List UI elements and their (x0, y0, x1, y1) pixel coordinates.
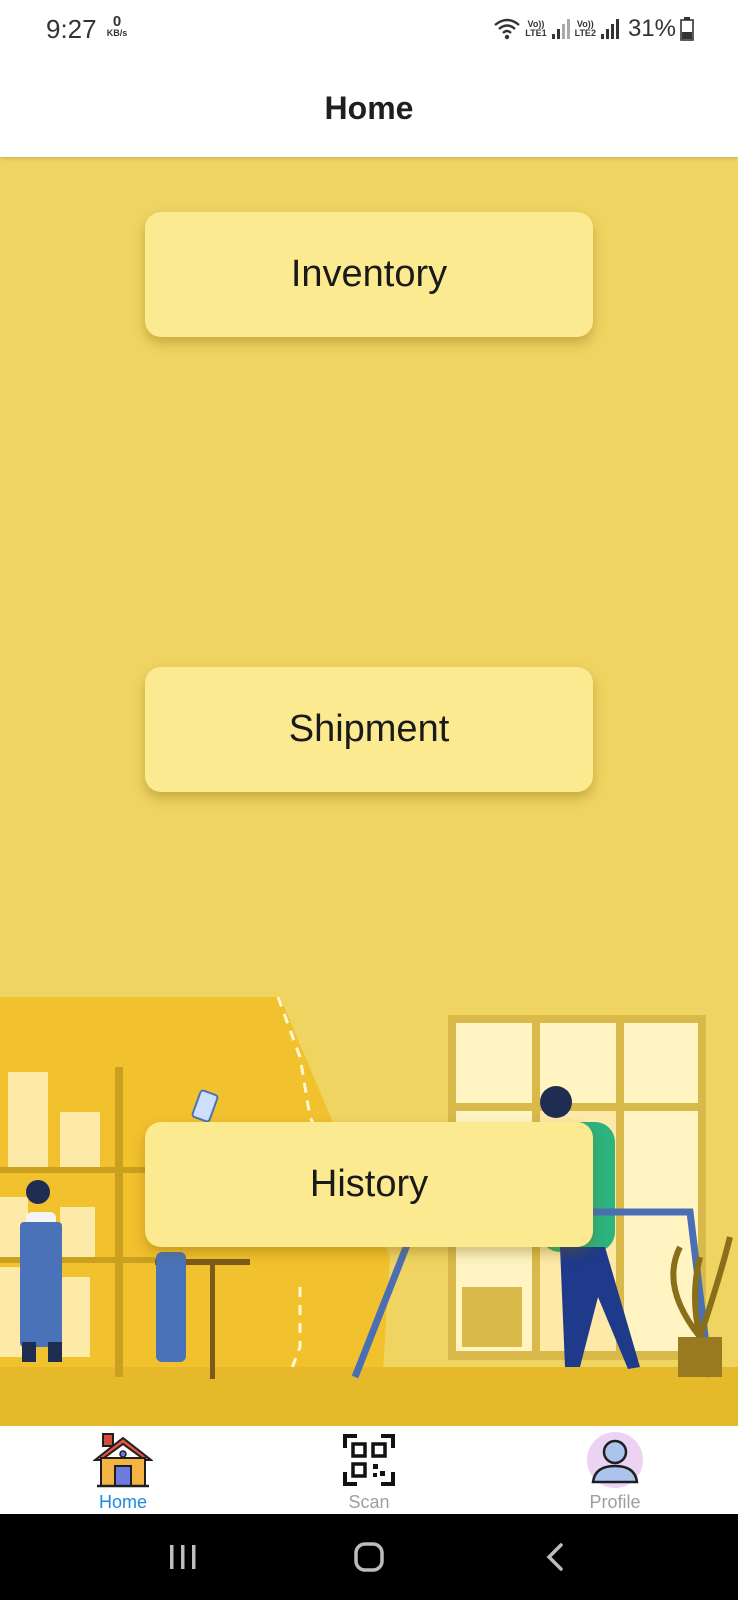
shipment-button[interactable]: Shipment (145, 667, 593, 792)
recent-apps-button[interactable] (153, 1527, 213, 1587)
network-speed-unit: KB/s (106, 28, 128, 38)
home-circle-icon (354, 1542, 384, 1572)
home-content: Inventory Shipment History (0, 157, 738, 1426)
page-title: Home (324, 90, 414, 126)
app-header: Home (0, 60, 738, 157)
nav-item-home[interactable]: Home (0, 1426, 246, 1514)
wifi-icon (494, 18, 521, 40)
signal-bars-sim1-icon (551, 19, 570, 39)
nav-item-profile[interactable]: Profile (492, 1426, 738, 1514)
status-bar: 9:27 0 KB/s Vo)) LTE1 Vo)) LTE2 31% (0, 0, 738, 60)
nav-item-scan[interactable]: Scan (246, 1426, 492, 1514)
signal-bars-sim2-icon (600, 19, 619, 39)
nav-label-profile: Profile (589, 1492, 641, 1512)
bottom-nav: Home Scan Profile (0, 1426, 738, 1514)
nav-label-scan: Scan (348, 1492, 390, 1512)
status-icons: Vo)) LTE1 Vo)) LTE2 31% (493, 14, 694, 44)
nav-label-home: Home (98, 1492, 147, 1512)
sim1-volte-label: Vo)) LTE1 (525, 19, 547, 38)
battery-percent: 31% (627, 15, 676, 42)
history-button[interactable]: History (145, 1122, 593, 1247)
back-chevron-icon (546, 1543, 563, 1571)
network-speed-value: 0 (112, 13, 122, 30)
back-button[interactable] (525, 1527, 585, 1587)
recent-apps-icon (170, 1545, 196, 1569)
profile-icon (587, 1432, 643, 1488)
sim2-volte-label: Vo)) LTE2 (574, 19, 596, 38)
qr-scan-icon (343, 1434, 395, 1486)
status-time: 9:27 (46, 14, 97, 44)
inventory-button[interactable]: Inventory (145, 212, 593, 337)
home-system-button[interactable] (339, 1527, 399, 1587)
network-speed: 0 KB/s (104, 14, 130, 38)
home-icon (93, 1433, 153, 1488)
battery-icon (680, 17, 694, 41)
system-nav-bar (0, 1514, 738, 1600)
